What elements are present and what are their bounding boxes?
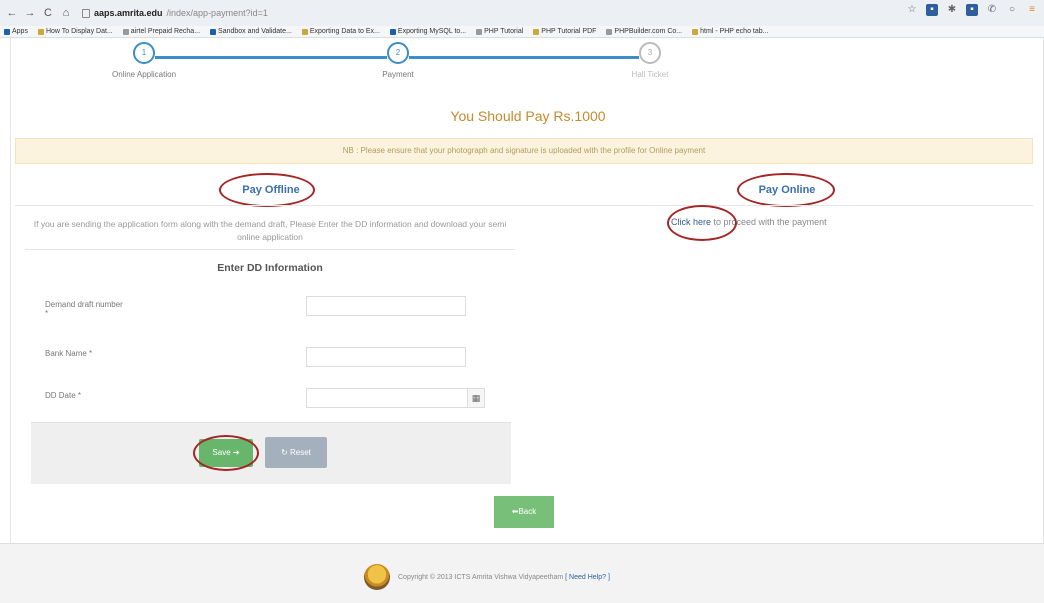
bookmark-label: Sandbox and Validate... [218, 28, 292, 35]
calendar-icon[interactable]: ▦ [467, 388, 485, 408]
stepper-line-completed [155, 56, 387, 59]
required-marker: * [45, 309, 49, 318]
stepper-line [409, 56, 639, 59]
bookmark-item[interactable]: Apps [4, 28, 28, 35]
address-bar[interactable]: aaps.amrita.edu/index/app-payment?id=1 [82, 8, 268, 18]
copyright-text: Copyright © 2013 ICTS Amrita Vishwa Vidy… [398, 574, 564, 581]
url-host: aaps.amrita.edu [94, 8, 163, 18]
bookmark-label: Exporting Data to Ex... [309, 28, 380, 35]
page-icon [82, 8, 90, 18]
dd-number-label-text: Demand draft number [45, 300, 123, 309]
browser-toolbar: ← → C ⌂ aaps.amrita.edu/index/app-paymen… [0, 0, 1044, 26]
back-arrow-icon[interactable]: ← [6, 7, 18, 19]
need-help-link[interactable]: [ Need Help? ] [565, 574, 610, 581]
step-1-circle: 1 [133, 42, 155, 64]
step-2-label: Payment [382, 70, 414, 79]
page-icon [210, 28, 217, 35]
extension-icon[interactable]: ▪ [966, 4, 978, 16]
home-icon[interactable]: ⌂ [60, 7, 72, 19]
bank-name-label: Bank Name * [45, 349, 93, 358]
dd-date-label: DD Date * [45, 391, 82, 400]
section-divider [15, 205, 1033, 206]
bookmark-label: airtel Prepaid Recha... [130, 28, 201, 35]
pin-icon[interactable]: ✱ [946, 4, 958, 16]
page-icon [606, 28, 613, 35]
divider [25, 249, 515, 250]
reload-icon[interactable]: C [42, 7, 54, 19]
reset-button[interactable]: ↻ Reset [265, 437, 327, 468]
amrita-logo-icon [364, 564, 390, 590]
back-button[interactable]: ⬅Back [494, 496, 554, 528]
footer: Copyright © 2013 ICTS Amrita Vishwa Vidy… [0, 543, 1044, 603]
bookmark-item[interactable]: PHPBuilder.com Co... [606, 28, 682, 35]
circle-icon[interactable]: ○ [1006, 4, 1018, 16]
bookmark-label: Apps [12, 28, 28, 35]
highlight-oval [737, 173, 835, 207]
bookmark-item[interactable]: PHP Tutorial [476, 28, 523, 35]
star-icon[interactable]: ☆ [906, 4, 918, 16]
phone-icon[interactable]: ✆ [986, 4, 998, 16]
dd-date-input[interactable] [306, 388, 468, 408]
page-icon [389, 28, 396, 35]
offline-description: If you are sending the application form … [33, 219, 507, 242]
dd-number-input[interactable] [306, 296, 466, 316]
extension-icon[interactable]: ▪ [926, 4, 938, 16]
bookmark-item[interactable]: How To Display Dat... [37, 28, 113, 35]
notice-banner: NB : Please ensure that your photograph … [15, 138, 1033, 164]
bookmark-item[interactable]: airtel Prepaid Recha... [122, 28, 201, 35]
bookmark-item[interactable]: Sandbox and Validate... [210, 28, 292, 35]
bookmark-label: PHP Tutorial PDF [541, 28, 597, 35]
bookmark-item[interactable]: Exporting Data to Ex... [301, 28, 380, 35]
page-icon [692, 28, 699, 35]
extension-icons: ☆ ▪ ✱ ▪ ✆ ○ ≡ [906, 4, 1038, 16]
url-path: /index/app-payment?id=1 [166, 8, 268, 18]
page-icon [476, 28, 483, 35]
forward-arrow-icon[interactable]: → [24, 7, 36, 19]
bookmark-label: html - PHP echo tab... [700, 28, 769, 35]
bookmark-label: PHPBuilder.com Co... [614, 28, 683, 35]
dd-form-title: Enter DD Information [217, 262, 323, 274]
bookmark-item[interactable]: html - PHP echo tab... [692, 28, 768, 35]
step-1-label: Online Application [111, 70, 177, 79]
page-icon [122, 28, 129, 35]
payment-amount: You Should Pay Rs.1000 [450, 108, 606, 124]
page-icon [301, 28, 308, 35]
bookmark-label: PHP Tutorial [484, 28, 524, 35]
step-2-circle: 2 [387, 42, 409, 64]
highlight-oval [193, 435, 259, 471]
menu-icon[interactable]: ≡ [1026, 4, 1038, 16]
bookmark-label: Exporting MySQL to... [397, 28, 467, 35]
bank-name-input[interactable] [306, 347, 466, 367]
step-3-label: Hall Ticket [631, 70, 669, 79]
bookmark-item[interactable]: PHP Tutorial PDF [533, 28, 596, 35]
highlight-oval [219, 173, 315, 207]
bookmark-label: How To Display Dat... [45, 28, 113, 35]
apps-icon [4, 28, 10, 35]
step-3-circle: 3 [639, 42, 661, 64]
page-content: 1 2 3 Online Application Payment Hall Ti… [10, 38, 1044, 543]
highlight-oval [667, 205, 737, 241]
bookmarks-bar: Apps How To Display Dat... airtel Prepai… [0, 26, 1044, 38]
page-icon [533, 28, 540, 35]
bookmark-icon [37, 28, 44, 35]
bookmark-item[interactable]: Exporting MySQL to... [389, 28, 467, 35]
footer-text: Copyright © 2013 ICTS Amrita Vishwa Vidy… [398, 574, 610, 581]
dd-number-label: Demand draft number * [45, 300, 123, 318]
